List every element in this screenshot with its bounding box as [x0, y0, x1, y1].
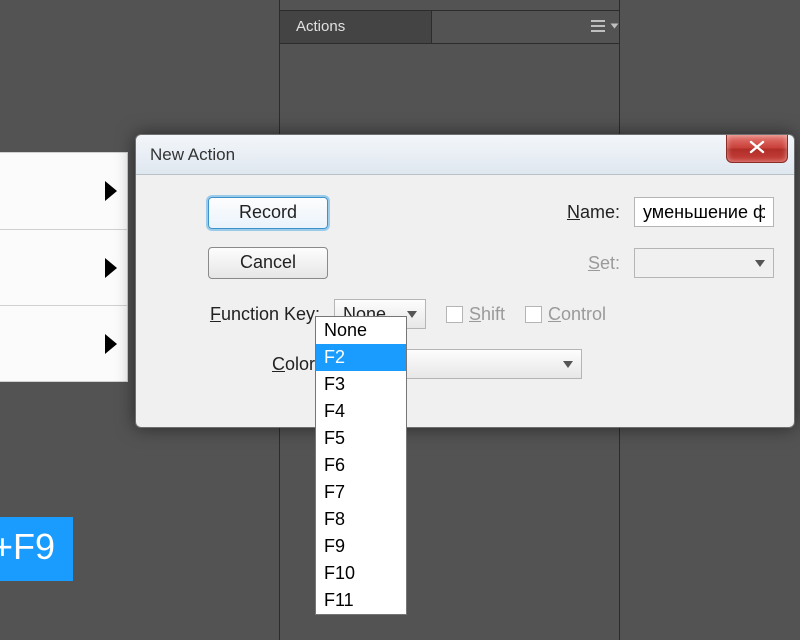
name-label: Name:: [334, 202, 628, 223]
left-section: [0, 153, 127, 229]
close-button[interactable]: [726, 135, 788, 163]
function-key-option[interactable]: F4: [316, 398, 406, 425]
shift-checkbox: Shift: [446, 304, 505, 325]
function-key-option[interactable]: F8: [316, 506, 406, 533]
close-icon: [748, 140, 766, 154]
checkbox-icon: [446, 306, 463, 323]
function-key-option[interactable]: F6: [316, 452, 406, 479]
function-key-label: Function Key:: [158, 304, 328, 325]
control-checkbox: Control: [525, 304, 606, 325]
left-section: [0, 229, 127, 305]
function-key-options-list[interactable]: NoneF2F3F4F5F6F7F8F9F10F11: [315, 316, 407, 615]
chevron-down-icon: [755, 260, 765, 267]
expand-arrow-icon[interactable]: [105, 334, 117, 354]
panel-menu-icon[interactable]: [591, 17, 613, 35]
function-key-option[interactable]: None: [316, 317, 406, 344]
checkbox-icon: [525, 306, 542, 323]
function-key-option[interactable]: F9: [316, 533, 406, 560]
expand-arrow-icon[interactable]: [105, 258, 117, 278]
set-label: Set:: [334, 253, 628, 274]
shortcut-badge: +F9: [0, 517, 73, 581]
function-key-option[interactable]: F2: [316, 344, 406, 371]
chevron-down-icon: [563, 361, 573, 368]
set-dropdown: [634, 248, 774, 278]
function-key-option[interactable]: F5: [316, 425, 406, 452]
function-key-option[interactable]: F3: [316, 371, 406, 398]
cancel-button[interactable]: Cancel: [208, 247, 328, 279]
new-action-dialog: New Action Name: Record Cancel Set: Func…: [135, 134, 795, 428]
chevron-down-icon: [407, 311, 417, 318]
record-button[interactable]: Record: [208, 197, 328, 229]
expand-arrow-icon[interactable]: [105, 181, 117, 201]
name-input[interactable]: [634, 197, 774, 227]
actions-tabbar: Actions: [280, 10, 619, 44]
function-key-option[interactable]: F7: [316, 479, 406, 506]
left-palette: +F9: [0, 152, 128, 382]
function-key-option[interactable]: F11: [316, 587, 406, 614]
dialog-titlebar[interactable]: New Action: [136, 135, 794, 175]
left-section: [0, 305, 127, 381]
dialog-body: Name: Record Cancel Set: Function Key: N…: [136, 175, 794, 427]
tab-actions[interactable]: Actions: [280, 11, 432, 43]
dialog-title: New Action: [150, 145, 235, 165]
color-label: Color:: [158, 354, 328, 375]
dialog-button-column: Record Cancel: [158, 197, 328, 279]
function-key-option[interactable]: F10: [316, 560, 406, 587]
